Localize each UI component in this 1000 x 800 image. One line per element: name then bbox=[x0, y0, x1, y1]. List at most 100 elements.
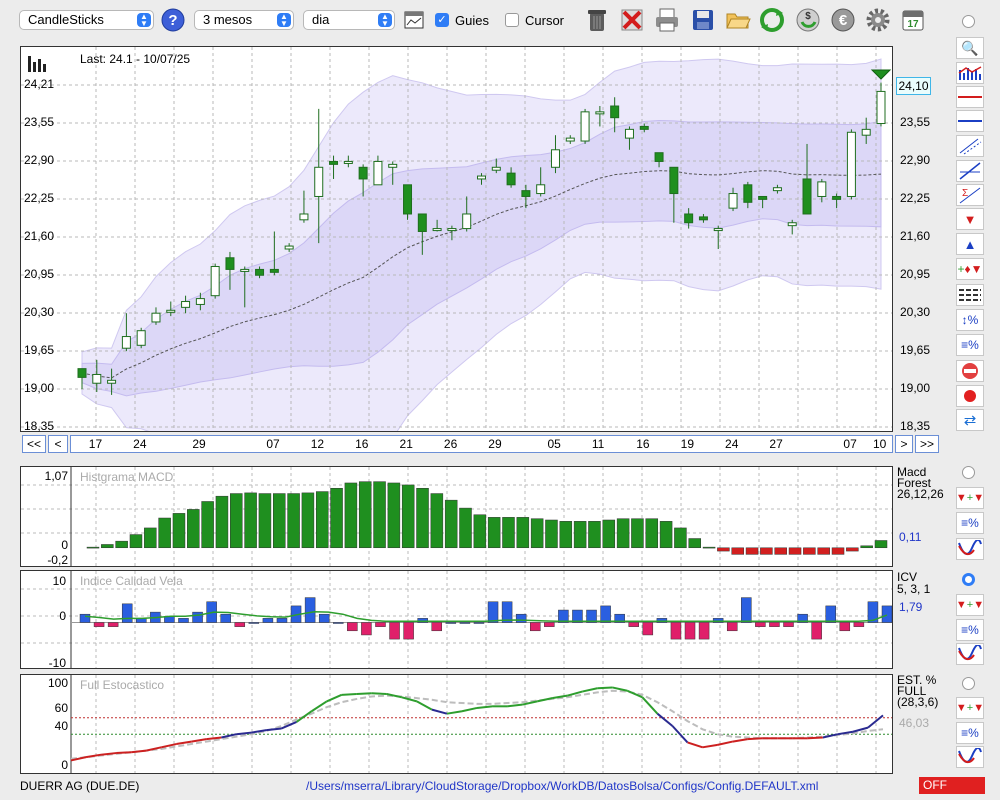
macd-bar bbox=[416, 487, 429, 549]
dollar-sync-icon[interactable]: $ bbox=[795, 6, 821, 34]
folder-icon[interactable] bbox=[725, 6, 751, 34]
stoch-y-tick: 40 bbox=[54, 719, 68, 733]
candle bbox=[846, 131, 856, 197]
icv-bar bbox=[389, 622, 400, 640]
horizontal-line-red-button[interactable] bbox=[956, 86, 984, 108]
record-button[interactable] bbox=[956, 385, 984, 407]
macd-signal-button[interactable]: ▼+▼ bbox=[956, 487, 984, 509]
icv-bar bbox=[192, 611, 203, 623]
stoch-k-segment bbox=[837, 730, 854, 736]
stoch-panel-radio[interactable] bbox=[962, 677, 975, 690]
macd-bar bbox=[344, 482, 358, 549]
list-lines-button[interactable] bbox=[956, 284, 984, 306]
interval-select[interactable]: dia ▲ ▼ bbox=[303, 10, 395, 30]
interval-value: dia bbox=[312, 12, 330, 27]
trendline-tool-button[interactable] bbox=[956, 160, 984, 182]
blue-arrow-up-icon: ▲ bbox=[963, 236, 977, 252]
candle bbox=[876, 90, 886, 125]
nav-last-button[interactable]: >> bbox=[915, 435, 939, 453]
delete-icon[interactable] bbox=[619, 6, 645, 34]
stoch-signal-button[interactable]: ▼+▼ bbox=[956, 697, 984, 719]
macd-curve-button[interactable] bbox=[956, 538, 984, 560]
sync-button[interactable]: ⇄ bbox=[956, 409, 984, 431]
channel-tool-button[interactable] bbox=[956, 135, 984, 157]
main-panel-radio[interactable] bbox=[962, 15, 975, 28]
nav-next-button[interactable]: > bbox=[895, 435, 913, 453]
stoch-k-segment bbox=[431, 708, 448, 715]
zoom-tool-button[interactable]: 🔍 bbox=[956, 37, 984, 59]
sync-icon: ⇄ bbox=[963, 412, 977, 429]
stoch-k-segment bbox=[597, 686, 613, 690]
scale-percent-icon: ↕% bbox=[961, 313, 979, 327]
stoch-k-segment bbox=[446, 710, 463, 715]
date-tick: 05 bbox=[547, 437, 561, 451]
chart-window-icon[interactable] bbox=[401, 6, 427, 34]
nav-prev-button[interactable]: < bbox=[48, 435, 68, 453]
candle bbox=[343, 160, 353, 164]
icv-curve-button[interactable] bbox=[956, 643, 984, 665]
price-y-tick: 22,25 bbox=[24, 191, 55, 205]
date-axis-scrollbar[interactable]: 17 24 29 07 12 16 21 26 29 05 11 16 19 24 27 07 10 bbox=[70, 435, 893, 453]
no-entry-button[interactable] bbox=[956, 360, 984, 382]
horizontal-line-blue-button[interactable] bbox=[956, 110, 984, 132]
icv-bar bbox=[741, 597, 752, 623]
macd-bar bbox=[788, 547, 802, 555]
stoch-k-segment bbox=[476, 705, 493, 709]
candle bbox=[432, 228, 442, 232]
config-path-link[interactable]: /Users/mserra/Library/CloudStorage/Dropb… bbox=[306, 779, 818, 793]
candle bbox=[92, 373, 102, 384]
macd-bar bbox=[616, 518, 630, 549]
candle bbox=[255, 268, 265, 276]
candle bbox=[447, 228, 457, 232]
gear-icon[interactable] bbox=[865, 6, 891, 34]
macd-panel-radio[interactable] bbox=[962, 466, 975, 479]
euro-icon[interactable]: € bbox=[830, 6, 856, 34]
candle bbox=[802, 178, 812, 215]
guides-checkbox[interactable]: ✓ bbox=[435, 13, 449, 27]
date-tick: 26 bbox=[443, 437, 458, 451]
macd-bar bbox=[516, 517, 530, 549]
icv-panel-radio[interactable] bbox=[962, 573, 975, 586]
macd-bar bbox=[473, 514, 487, 549]
scale-percent-button[interactable]: ↕% bbox=[956, 309, 984, 331]
icv-value: 1,79 bbox=[899, 600, 923, 614]
icv-bar bbox=[93, 622, 105, 627]
print-icon[interactable] bbox=[654, 6, 680, 34]
chart-overlay-button[interactable] bbox=[956, 62, 984, 84]
icv-levels-button[interactable]: ≡% bbox=[956, 619, 984, 641]
stoch-levels-button[interactable]: ≡% bbox=[956, 722, 984, 744]
arrow-up-button[interactable]: ▲ bbox=[956, 233, 984, 255]
help-icon[interactable]: ? bbox=[160, 6, 186, 34]
refresh-icon[interactable] bbox=[759, 6, 785, 34]
levels-percent-icon: ≡% bbox=[961, 726, 979, 740]
candle bbox=[417, 213, 427, 232]
icv-signal-button[interactable]: ▼+▼ bbox=[956, 594, 984, 616]
period-select[interactable]: 3 mesos ▲ ▼ bbox=[194, 10, 294, 30]
icv-title: Indice Calidad Vela bbox=[80, 574, 183, 588]
levels-percent-button[interactable]: ≡% bbox=[956, 334, 984, 356]
record-icon bbox=[964, 390, 976, 402]
chevron-updown-icon: ▲ ▼ bbox=[277, 13, 291, 28]
nav-first-button[interactable]: << bbox=[22, 435, 46, 453]
icv-bar bbox=[361, 622, 372, 636]
macd-title: Histgrama MACD bbox=[80, 470, 174, 484]
levels-percent-icon: ≡% bbox=[961, 623, 979, 637]
chart-type-select[interactable]: CandleSticks ▲ ▼ bbox=[19, 10, 154, 30]
candle bbox=[491, 166, 501, 171]
stoch-curve-button[interactable] bbox=[956, 746, 984, 768]
fibonacci-tool-button[interactable]: Σ bbox=[956, 184, 984, 206]
cursor-checkbox[interactable] bbox=[505, 13, 519, 27]
off-status-badge[interactable]: OFF bbox=[919, 777, 985, 794]
candle bbox=[329, 160, 339, 165]
add-signal-button[interactable]: +♦▼ bbox=[956, 258, 984, 280]
stoch-k-segment bbox=[251, 729, 267, 734]
calendar-icon[interactable]: 17 bbox=[900, 6, 926, 34]
macd-levels-button[interactable]: ≡% bbox=[956, 512, 984, 534]
macd-bar bbox=[502, 517, 515, 549]
arrow-down-button[interactable]: ▼ bbox=[956, 208, 984, 230]
macd-bar bbox=[688, 538, 701, 549]
price-y-tick-right: 21,60 bbox=[900, 229, 931, 243]
icv-bar bbox=[642, 622, 654, 636]
trash-icon[interactable] bbox=[584, 6, 610, 34]
save-icon[interactable] bbox=[690, 6, 716, 34]
